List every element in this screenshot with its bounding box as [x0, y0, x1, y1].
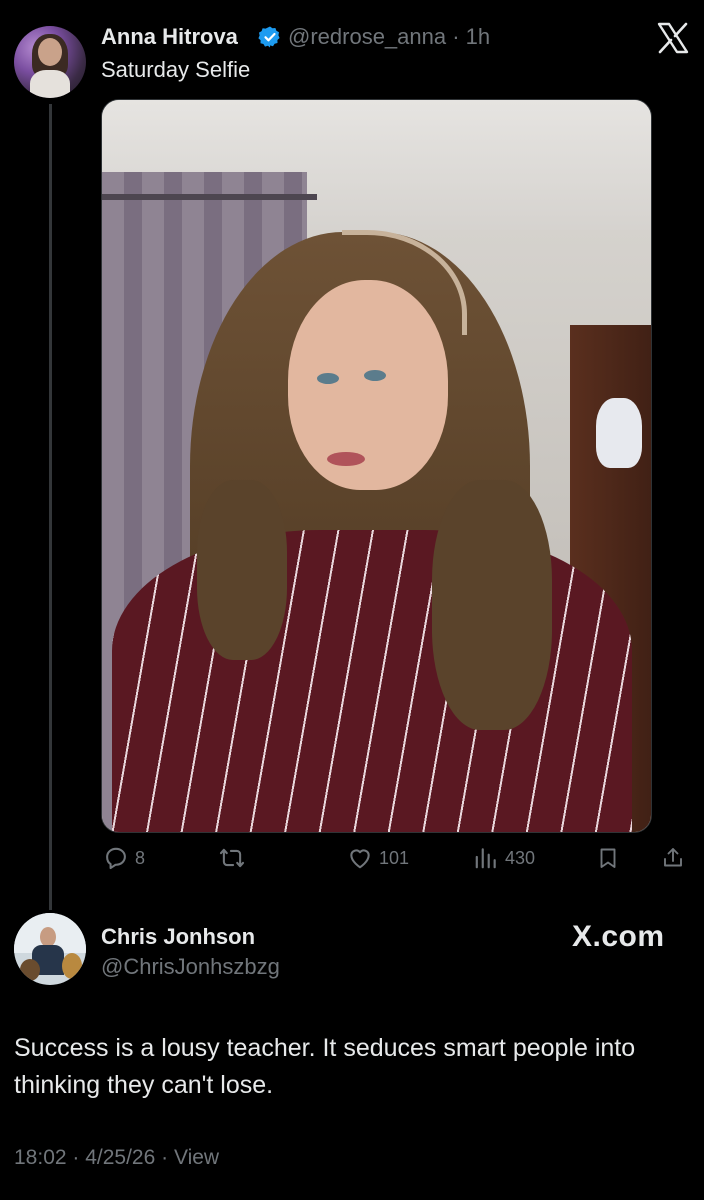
tweet-action-bar: 8 101 430	[0, 838, 704, 878]
reply-icon	[106, 847, 126, 870]
author-handle-time[interactable]: @redrose_anna · 1h	[288, 24, 490, 50]
avatar-body	[30, 70, 70, 98]
like-button[interactable]: 101	[347, 838, 409, 878]
photo-shirt	[112, 530, 632, 832]
views-button[interactable]: 430	[473, 838, 535, 878]
photo-hair-right	[432, 480, 552, 730]
photo-eye-left	[317, 373, 339, 384]
author-name[interactable]: Anna Hitrova	[101, 24, 238, 50]
tweet-text: Saturday Selfie	[101, 57, 251, 82]
photo-lips	[327, 452, 365, 466]
avatar-dog-right	[62, 953, 82, 979]
views-count: 430	[505, 847, 536, 868]
avatar-man-head	[40, 927, 56, 947]
x-logo-icon[interactable]	[656, 22, 690, 54]
bookmark-button[interactable]	[596, 838, 620, 878]
avatar-face	[38, 38, 62, 66]
tweet-timestamp[interactable]: 18:02 · 4/25/26 · View	[14, 1146, 219, 1170]
photo-hair-left	[197, 480, 287, 660]
verified-badge-icon	[258, 26, 280, 48]
like-count: 101	[379, 847, 410, 868]
share-button[interactable]	[661, 838, 685, 878]
repost-button[interactable]	[218, 838, 246, 878]
author-avatar[interactable]	[14, 26, 86, 98]
thread-line	[49, 104, 52, 910]
reply-count: 8	[135, 847, 146, 868]
photo-curtain-rod	[102, 194, 317, 200]
reply-button[interactable]: 8	[103, 838, 145, 878]
repost-icon	[219, 848, 245, 868]
bookmark-icon	[600, 848, 616, 868]
quote-text: Success is a lousy teacher. It seduces s…	[14, 1034, 636, 1099]
xcom-brand-label: X.com	[572, 920, 665, 953]
tweet-photo[interactable]	[101, 99, 652, 833]
heart-icon	[350, 849, 370, 869]
share-icon	[664, 848, 682, 867]
views-chart-icon	[475, 848, 496, 869]
quote-author-name[interactable]: Chris Jonhson	[101, 924, 255, 950]
quote-author-handle[interactable]: @ChrisJonhszbzg	[101, 954, 280, 980]
photo-door-glass	[596, 398, 642, 468]
photo-eye-right	[364, 370, 386, 381]
quote-author-avatar[interactable]	[14, 913, 86, 985]
avatar-dog-left	[20, 959, 40, 981]
